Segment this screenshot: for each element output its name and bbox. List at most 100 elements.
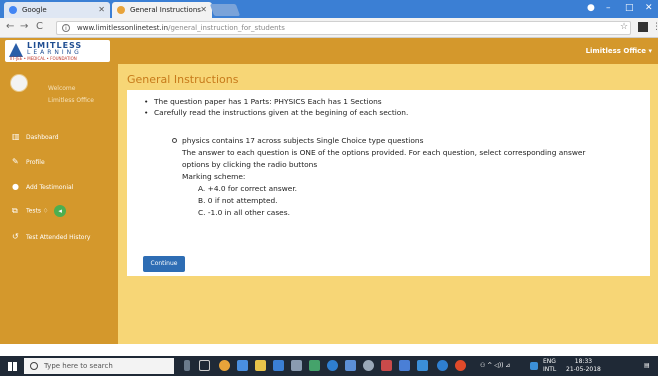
profile-icon[interactable]: ●: [587, 3, 595, 13]
site-favicon-icon: [117, 6, 125, 14]
circle-bullet-icon: [172, 138, 177, 143]
close-icon[interactable]: ✕: [98, 5, 105, 14]
reload-icon[interactable]: C: [36, 21, 43, 32]
app-icon[interactable]: [399, 360, 410, 371]
windows-start-icon[interactable]: [8, 362, 17, 371]
taskbar-search-input[interactable]: Type here to search: [24, 358, 174, 374]
sidebar-item-label: Profile: [26, 159, 45, 166]
clock-time: 18:33: [574, 358, 593, 365]
url-input[interactable]: i www.limitlessonlinetest.in/general_ins…: [56, 21, 631, 35]
sidebar-item-test-history[interactable]: ↺ Test Attended History: [12, 232, 90, 241]
sidebar-item-add-testimonial[interactable]: ● Add Testimonial: [12, 182, 73, 191]
settings-icon[interactable]: [363, 360, 374, 371]
sidebar-item-label: Tests: [26, 207, 41, 215]
tab-label: Google: [22, 6, 47, 14]
instructions-card: The question paper has 1 Parts: PHYSICS …: [127, 90, 650, 276]
system-tray-icons[interactable]: ⚇ ^ ◁)) ⊿: [480, 362, 510, 369]
app-icon[interactable]: [291, 360, 302, 371]
instruction-bullets: The question paper has 1 Parts: PHYSICS …: [144, 96, 408, 118]
sidebar-item-profile[interactable]: ✎ Profile: [12, 157, 45, 166]
close-icon[interactable]: ✕: [200, 5, 207, 14]
tab-general-instructions[interactable]: General Instructions ✕: [112, 2, 212, 18]
search-placeholder: Type here to search: [44, 362, 113, 370]
app-icon[interactable]: [237, 360, 248, 371]
welcome-text: Welcome: [48, 85, 76, 92]
url-host: www.limitlessonlinetest.in: [77, 24, 169, 32]
site-header: LIMITLESS LEARNING IIT-JEE • MEDICAL • F…: [0, 38, 658, 64]
tests-icon: ⧉: [12, 205, 18, 215]
page-footer: [0, 344, 658, 356]
marking-item: B. 0 if not attempted.: [198, 196, 278, 205]
bar-chart-icon: ▥: [12, 132, 20, 141]
app-icon[interactable]: [345, 360, 356, 371]
avatar: [10, 74, 28, 92]
logo-line2: LEARNING: [27, 49, 82, 56]
user-menu-label: Limitless Office: [585, 47, 647, 55]
user-menu[interactable]: Limitless Office ▾: [586, 47, 652, 55]
marking-item: C. -1.0 in all other cases.: [198, 208, 290, 217]
info-icon[interactable]: i: [62, 24, 70, 32]
edit-icon: ✎: [12, 157, 19, 166]
file-explorer-icon[interactable]: [255, 360, 266, 371]
section-line: physics contains 17 across subjects Sing…: [182, 136, 424, 145]
clock-date: 21-05-2018: [566, 366, 601, 373]
bell-icon: ♢: [42, 207, 49, 215]
app-icon[interactable]: [381, 360, 392, 371]
forward-icon[interactable]: →: [20, 21, 28, 32]
tab-label: General Instructions: [130, 6, 201, 14]
tab-google[interactable]: Google ✕: [4, 2, 110, 18]
language-indicator[interactable]: ENG INTL: [543, 358, 556, 374]
app-icon[interactable]: [309, 360, 320, 371]
back-icon[interactable]: ←: [6, 21, 14, 32]
app-icon[interactable]: [273, 360, 284, 371]
action-center-icon[interactable]: ▤: [644, 362, 650, 369]
sidebar-item-dashboard[interactable]: ▥ Dashboard: [12, 132, 59, 141]
chrome-icon[interactable]: [219, 360, 230, 371]
clock[interactable]: 18:33 21-05-2018: [566, 358, 601, 374]
windows-taskbar: Type here to search ⚇ ^ ◁)) ⊿ ENG INTL 18…: [0, 356, 658, 376]
language-line-2: INTL: [543, 366, 557, 373]
marking-heading: Marking scheme:: [182, 172, 246, 181]
google-favicon-icon: [9, 6, 17, 14]
sidebar-item-label: Dashboard: [26, 134, 59, 141]
sidebar: Welcome Limitless Office ▥ Dashboard ✎ Pro…: [0, 64, 118, 344]
bookmark-star-icon[interactable]: ☆: [620, 22, 628, 32]
page-title: General Instructions: [127, 73, 239, 86]
sidebar-username: Limitless Office: [48, 97, 94, 104]
list-item: Carefully read the instructions given at…: [144, 107, 408, 118]
history-icon: ↺: [12, 232, 19, 241]
section-instructions: physics contains 17 across subjects Sing…: [172, 135, 642, 219]
address-bar: ← → C i www.limitlessonlinetest.in/gener…: [0, 18, 658, 38]
mic-icon[interactable]: [184, 360, 190, 371]
continue-button[interactable]: Continue: [143, 256, 185, 272]
answer-line-1: The answer to each question is ONE of th…: [182, 148, 586, 157]
site-logo[interactable]: LIMITLESS LEARNING IIT-JEE • MEDICAL • F…: [5, 40, 110, 62]
tests-expand-badge[interactable]: ◂: [54, 205, 67, 217]
opera-icon[interactable]: [455, 360, 466, 371]
speech-bubble-icon: ●: [12, 182, 19, 191]
extension-icon[interactable]: [638, 22, 648, 32]
internet-explorer-icon[interactable]: [437, 360, 448, 371]
notification-app-icon[interactable]: [530, 362, 538, 370]
list-item: The question paper has 1 Parts: PHYSICS …: [144, 96, 408, 107]
marking-item: A. +4.0 for correct answer.: [198, 184, 298, 193]
sidebar-item-label: Test Attended History: [26, 234, 91, 241]
new-tab-button[interactable]: [209, 4, 241, 16]
main-content: General Instructions The question paper …: [118, 64, 658, 344]
language-line-1: ENG: [543, 358, 556, 365]
search-circle-icon: [30, 362, 38, 370]
url-path: /general_instruction_for_students: [168, 24, 285, 32]
sidebar-item-label: Add Testimonial: [26, 184, 74, 191]
sidebar-item-tests[interactable]: ⧉ Tests ♢ ◂: [12, 205, 67, 217]
minimize-icon[interactable]: –: [606, 3, 611, 13]
logo-mark-icon: [9, 43, 23, 57]
menu-dots-icon[interactable]: ⋮: [652, 22, 658, 32]
browser-tab-bar: Google ✕ General Instructions ✕ ● – □ ✕: [0, 0, 658, 18]
app-icon[interactable]: [417, 360, 428, 371]
logo-tagline: IIT-JEE • MEDICAL • FOUNDATION: [10, 56, 77, 61]
close-window-icon[interactable]: ✕: [645, 3, 653, 13]
answer-line-2: options by clicking the radio buttons: [182, 160, 318, 169]
edge-icon[interactable]: [327, 360, 338, 371]
maximize-icon[interactable]: □: [625, 3, 634, 13]
task-view-icon[interactable]: [199, 360, 210, 371]
